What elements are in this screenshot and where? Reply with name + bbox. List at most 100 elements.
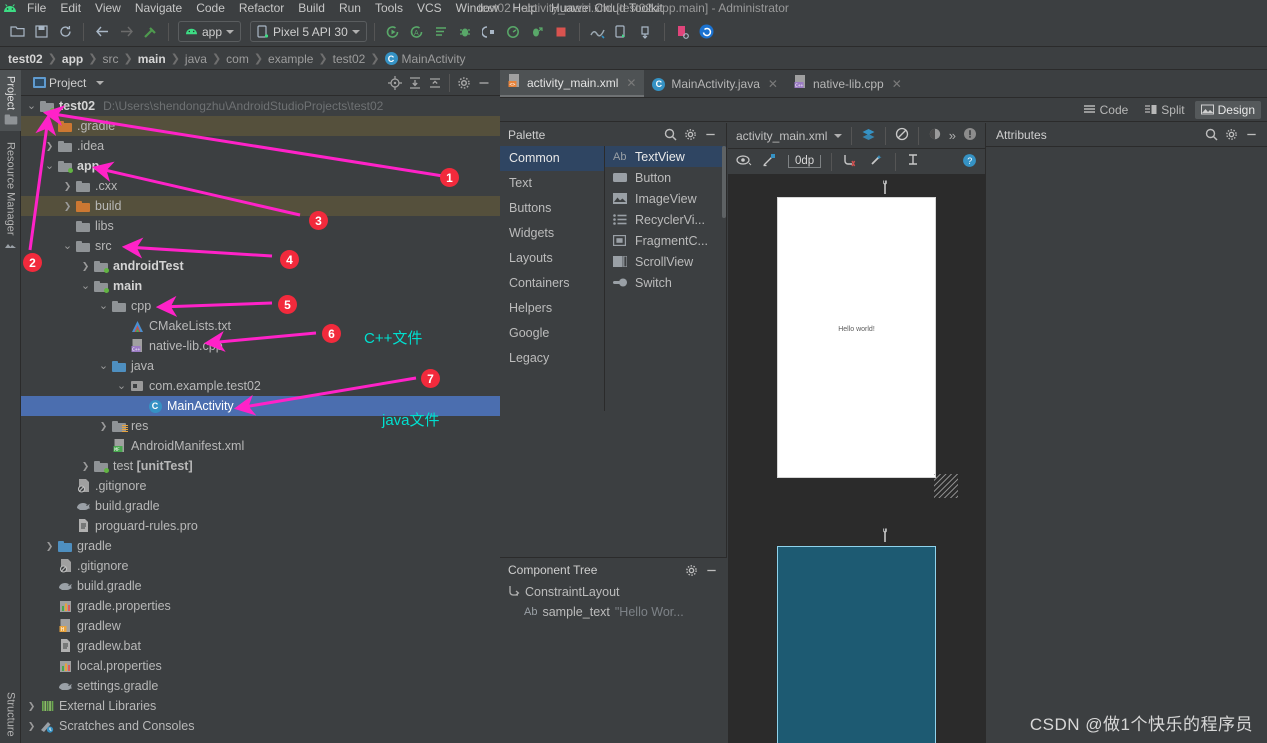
menu-window[interactable]: Window [449,0,506,17]
gear-icon[interactable] [1221,125,1241,145]
mode-code[interactable]: Code [1077,101,1135,119]
project-file-tree[interactable]: ⌄ test02 D:\Users\shendongzhu\AndroidStudi… [21,96,500,743]
default-margin-value[interactable]: 0dp [788,155,822,168]
palette-category-legacy[interactable]: Legacy [500,346,604,371]
minimize-icon[interactable] [1241,125,1261,145]
tree-row-cpp[interactable]: ⌄ cpp [21,296,500,316]
chevron-right-icon[interactable]: ❯ [61,201,74,212]
menu-edit[interactable]: Edit [53,0,88,17]
search-icon[interactable] [660,125,680,145]
tree-row-external-libraries[interactable]: ❯ External Libraries [21,696,500,716]
chevron-right-icon[interactable]: ❯ [43,541,56,552]
menu-run[interactable]: Run [332,0,368,17]
save-icon[interactable] [30,21,52,43]
mode-design[interactable]: Design [1194,100,1261,119]
tree-row-idea[interactable]: ❯ .idea [21,136,500,156]
tree-row-java[interactable]: ⌄ java [21,356,500,376]
palette-item-recyclervi[interactable]: RecyclerVi... [605,209,726,230]
device-file-explorer-icon[interactable] [672,21,694,43]
breadcrumb-item-src[interactable]: src [102,52,118,66]
close-icon[interactable]: ✕ [768,77,778,91]
palette-item-scrollview[interactable]: ScrollView [605,251,726,272]
palette-item-fragmentc[interactable]: FragmentC... [605,230,726,251]
chevron-right-icon[interactable]: ❯ [97,421,110,432]
palette-category-buttons[interactable]: Buttons [500,196,604,221]
tree-row-mainactivity[interactable]: C MainActivity [21,396,500,416]
gear-icon[interactable] [454,73,474,93]
tab-activity-main-xml[interactable]: <> activity_main.xml ✕ [500,70,645,97]
tree-row-res[interactable]: ❯ res [21,416,500,436]
issues-icon[interactable] [963,127,977,144]
menu-code[interactable]: Code [189,0,232,17]
tree-row-gitignore[interactable]: .gitignore [21,556,500,576]
tab-mainactivity-java[interactable]: C MainActivity.java ✕ [644,70,786,97]
device-config-wrench-icon-2[interactable] [880,528,890,546]
menu-tools[interactable]: Tools [368,0,410,17]
project-view-chevron-down-icon[interactable] [96,80,105,85]
tree-row-gradle[interactable]: ❯ gradle [21,536,500,556]
menu-help[interactable]: Help [505,0,544,17]
tree-row-androidtest[interactable]: ❯ androidTest [21,256,500,276]
stop-icon[interactable] [550,21,572,43]
debug-icon[interactable] [454,21,476,43]
forward-arrow-icon[interactable] [115,21,137,43]
menu-vcs[interactable]: VCS [410,0,449,17]
tree-row-cmakelists-txt[interactable]: CMakeLists.txt [21,316,500,336]
blueprint-toggle-icon[interactable] [895,127,909,144]
logcat-icon[interactable] [430,21,452,43]
sync-icon[interactable] [54,21,76,43]
attach-debugger-icon[interactable] [478,21,500,43]
run-configuration-selector[interactable]: app [178,21,242,42]
chevron-right-icon[interactable]: ❯ [79,261,92,272]
profiler-icon[interactable] [502,21,524,43]
palette-category-helpers[interactable]: Helpers [500,296,604,321]
design-mode-icon[interactable] [861,128,876,144]
theme-icon[interactable] [928,127,942,144]
tree-row-build-gradle[interactable]: build.gradle [21,496,500,516]
breadcrumb-item-mainactivity[interactable]: MainActivity [402,52,466,66]
rail-item-project[interactable]: Project [0,70,21,132]
tree-row-cxx[interactable]: ❯ .cxx [21,176,500,196]
tree-row-androidmanifest-xml[interactable]: MF AndroidManifest.xml [21,436,500,456]
chevron-right-icon[interactable]: ❯ [79,461,92,472]
breadcrumb-item-app[interactable]: app [62,52,83,66]
run-coverage-icon[interactable]: A [406,21,428,43]
tree-row-com-example-test02[interactable]: ⌄ com.example.test02 [21,376,500,396]
close-icon[interactable]: ✕ [626,76,636,90]
menu-build[interactable]: Build [291,0,332,17]
tree-row-main[interactable]: ⌄ main [21,276,500,296]
component-tree-node-constraintlayout[interactable]: ConstraintLayout [500,582,727,602]
tree-row-settings-gradle[interactable]: settings.gradle [21,676,500,696]
palette-category-containers[interactable]: Containers [500,271,604,296]
search-everywhere-icon[interactable] [696,21,718,43]
minimize-icon[interactable] [700,125,720,145]
palette-category-google[interactable]: Google [500,321,604,346]
palette-scrollbar[interactable] [722,146,726,218]
palette-category-widgets[interactable]: Widgets [500,221,604,246]
surface-file-selector[interactable]: activity_main.xml [736,129,827,143]
breadcrumb-item-example[interactable]: example [268,52,313,66]
back-arrow-icon[interactable] [91,21,113,43]
device-screen-rendered[interactable]: Hello world! [777,197,936,478]
guideline-icon[interactable] [906,153,920,170]
gear-icon[interactable] [680,125,700,145]
tree-row-native-lib-cpp[interactable]: C++ native-lib.cpp [21,336,500,356]
help-icon[interactable]: ? [962,153,977,171]
clear-constraints-icon[interactable] [842,153,859,170]
design-canvas[interactable]: Hello world! [728,175,985,743]
tree-row-local-properties[interactable]: local.properties [21,656,500,676]
open-folder-icon[interactable] [6,21,28,43]
palette-category-list[interactable]: Common Text Buttons Widgets Layouts Container… [500,146,604,411]
palette-category-text[interactable]: Text [500,171,604,196]
search-icon[interactable] [1201,125,1221,145]
tree-row-build[interactable]: ❯ build [21,196,500,216]
palette-item-imageview[interactable]: ImageView [605,188,726,209]
tree-row-app[interactable]: ⌄ app [21,156,500,176]
tab-native-lib-cpp[interactable]: C++ native-lib.cpp ✕ [786,70,910,97]
close-icon[interactable]: ✕ [892,77,902,91]
rail-item-resource-manager[interactable]: Resource Manager [0,136,21,256]
sync-gradle-icon[interactable] [635,21,657,43]
gear-icon[interactable] [681,560,701,580]
tree-row-src[interactable]: ⌄ src [21,236,500,256]
chevron-down-icon-file[interactable] [834,133,843,138]
